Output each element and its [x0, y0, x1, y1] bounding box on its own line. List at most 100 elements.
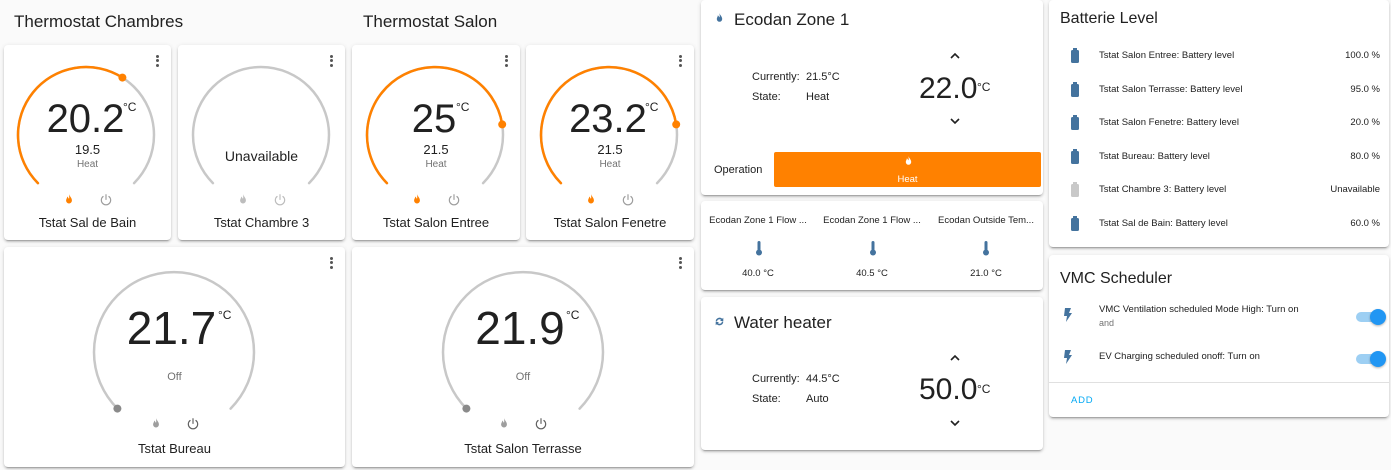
thermometer-icon [983, 241, 989, 256]
battery-label: Tstat Bureau: Battery level [1099, 150, 1210, 162]
chevron-up-icon[interactable] [949, 353, 961, 363]
power-icon[interactable] [99, 193, 113, 207]
sensor-value: 40.5 °C [856, 268, 888, 279]
thermostat-dial[interactable] [4, 247, 345, 467]
temperature-unit: °C [977, 80, 991, 94]
temperature-unit: °C [566, 308, 580, 322]
battery-label: Tstat Salon Entree: Battery level [1099, 50, 1235, 61]
hvac-mode: Heat [76, 159, 99, 170]
thermostat-card-salon-terrasse[interactable]: 21.9 °C Off Tstat Salon Terrasse [352, 247, 694, 467]
schedule-label: VMC Ventilation scheduled Mode High: Tur… [1099, 304, 1299, 315]
thermostat-dial[interactable] [352, 247, 694, 467]
current-temperature: 19.5 [74, 142, 101, 157]
battery-label: Tstat Sal de Bain: Battery level [1099, 217, 1228, 229]
sensor-flow-1[interactable]: Ecodan Zone 1 Flow ... 40.0 °C [701, 201, 815, 290]
schedule-toggle[interactable] [1356, 351, 1386, 367]
ecodan-flame-icon [716, 13, 723, 22]
thermometer-icon [756, 241, 762, 256]
battery-icon [1071, 115, 1079, 130]
ecodan-title: Ecodan Zone 1 [734, 10, 850, 29]
flame-icon[interactable] [62, 193, 76, 207]
state-label: State: [752, 393, 781, 405]
water-heater-card: Water heater Currently: 44.5°C State: Au… [701, 297, 1043, 450]
hvac-mode: Heat [425, 159, 447, 170]
add-button[interactable]: ADD [1071, 395, 1093, 406]
thermostat-name: Tstat Salon Fenetre [553, 215, 667, 230]
schedule-item-vmc[interactable]: VMC Ventilation scheduled Mode High: Tur… [1049, 302, 1389, 332]
thermostat-name: Tstat Salon Terrasse [464, 441, 582, 456]
schedule-toggle[interactable] [1356, 309, 1386, 325]
operation-label: Operation [714, 164, 763, 176]
power-icon[interactable] [186, 417, 200, 431]
vmc-title: VMC Scheduler [1060, 270, 1173, 287]
battery-row[interactable]: Tstat Salon Terrasse: Battery level 95.0 … [1049, 81, 1389, 102]
chevron-down-icon[interactable] [949, 418, 961, 428]
sensor-value: 21.0 °C [970, 268, 1002, 279]
flame-icon [905, 156, 912, 165]
target-temperature: 20.2 [46, 97, 125, 141]
operation-heat-label: Heat [897, 174, 918, 185]
battery-label: Tstat Chambre 3: Battery level [1099, 184, 1227, 195]
thermostat-card-salon-entree[interactable]: 25 °C 21.5 Heat Tstat Salon Entree [352, 45, 520, 240]
battery-row[interactable]: Tstat Salon Entree: Battery level 100.0 % [1049, 48, 1389, 68]
sensor-name: Ecodan Zone 1 Flow ... [709, 215, 807, 226]
battery-icon [1071, 182, 1079, 197]
flame-icon[interactable] [497, 417, 511, 431]
unavailable-status: Unavailable [224, 148, 299, 164]
battery-row[interactable]: Tstat Chambre 3: Battery level Unavailabl… [1049, 182, 1389, 202]
thermostat-card-sal-de-bain[interactable]: 20.2 °C 19.5 Heat Tstat Sal de Bain [4, 45, 171, 240]
power-icon[interactable] [273, 193, 287, 207]
hvac-mode: Off [167, 371, 182, 383]
thermostat-card-bureau[interactable]: 21.7 °C Off Tstat Bureau [4, 247, 345, 467]
battery-icon [1071, 148, 1079, 164]
battery-value: 100.0 % [1345, 50, 1380, 61]
thermostat-dial [191, 65, 331, 185]
operation-heat-button[interactable]: Heat [774, 152, 1041, 187]
sensors-card: Ecodan Zone 1 Flow ... 40.0 °C Ecodan Zo… [701, 201, 1043, 290]
sensor-flow-2[interactable]: Ecodan Zone 1 Flow ... 40.5 °C [815, 201, 929, 290]
battery-row[interactable]: Tstat Bureau: Battery level 80.0 % [1049, 148, 1389, 169]
target-temperature: 21.9 [475, 302, 565, 354]
target-temperature: 25 [411, 97, 457, 141]
power-icon[interactable] [621, 193, 635, 207]
currently-value: 44.5°C [806, 373, 840, 385]
thermostat-card-salon-fenetre[interactable]: 23.2 °C 21.5 Heat Tstat Salon Fenetre [526, 45, 694, 240]
thermometer-icon [870, 241, 876, 256]
battery-value: 95.0 % [1350, 83, 1380, 95]
schedule-label: EV Charging scheduled onoff: Turn on [1099, 351, 1260, 362]
temperature-unit: °C [456, 100, 470, 114]
power-icon[interactable] [447, 193, 461, 207]
battery-row[interactable]: Tstat Sal de Bain: Battery level 60.0 % [1049, 215, 1389, 236]
battery-row[interactable]: Tstat Salon Fenetre: Battery level 20.0 % [1049, 115, 1389, 135]
target-temperature: 21.7 [126, 302, 217, 354]
thermostat-card-chambre-3[interactable]: Unavailable Tstat Chambre 3 [178, 45, 345, 240]
sensor-value: 40.0 °C [742, 268, 774, 279]
thermostat-name: Tstat Chambre 3 [213, 215, 310, 230]
temperature-unit: °C [977, 382, 991, 396]
section-title-chambres: Thermostat Chambres [14, 12, 184, 31]
temperature-unit: °C [218, 308, 232, 322]
battery-card: Batterie Level Tstat Salon Entree: Batte… [1049, 0, 1389, 247]
battery-value: 20.0 % [1350, 117, 1380, 128]
sensor-name: Ecodan Zone 1 Flow ... [823, 215, 921, 226]
power-icon[interactable] [534, 417, 548, 431]
battery-title: Batterie Level [1060, 10, 1158, 27]
currently-label: Currently: [752, 71, 800, 83]
refresh-icon [715, 317, 724, 326]
chevron-up-icon[interactable] [949, 51, 961, 61]
temperature-unit: °C [123, 100, 137, 114]
ecodan-zone-card: Ecodan Zone 1 Currently: 21.5°C State: H… [701, 0, 1043, 195]
temperature-unit: °C [645, 100, 659, 114]
thermostat-name: Tstat Sal de Bain [38, 215, 137, 230]
chevron-down-icon[interactable] [949, 116, 961, 126]
flame-icon[interactable] [410, 193, 424, 207]
sensor-outside[interactable]: Ecodan Outside Tem... 21.0 °C [929, 201, 1043, 290]
flame-icon[interactable] [236, 193, 250, 207]
schedule-item-ev[interactable]: EV Charging scheduled onoff: Turn on [1049, 348, 1389, 368]
flame-icon[interactable] [149, 417, 163, 431]
flame-icon[interactable] [584, 193, 598, 207]
state-value: Auto [806, 393, 829, 405]
hvac-mode: Off [515, 371, 531, 383]
battery-value: 60.0 % [1350, 217, 1380, 229]
current-temperature: 21.5 [423, 142, 449, 157]
